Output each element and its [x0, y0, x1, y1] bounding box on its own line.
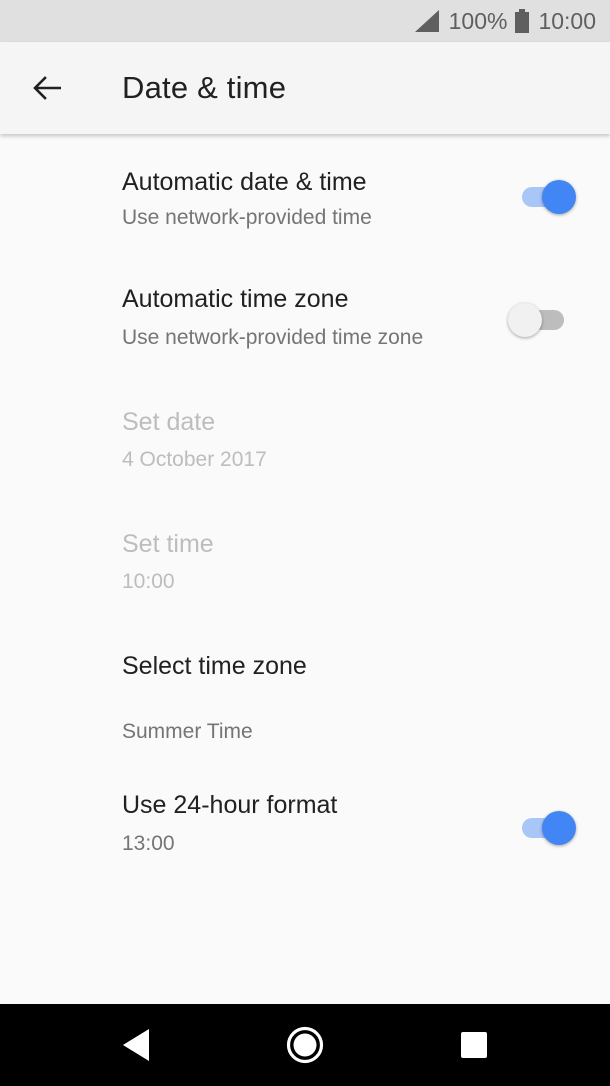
setting-title: Automatic time zone [122, 285, 349, 313]
app-bar: Date & time [0, 42, 610, 134]
nav-back-button[interactable] [112, 1021, 160, 1069]
toggle-thumb [542, 180, 576, 214]
setting-automatic-time-zone[interactable]: Automatic time zone Use network-provided… [0, 252, 610, 374]
nav-recents-button[interactable] [450, 1021, 498, 1069]
setting-title: Use 24-hour format [122, 791, 338, 819]
page-title: Date & time [122, 70, 287, 105]
automatic-date-time-toggle[interactable] [520, 179, 578, 215]
battery-icon [515, 9, 530, 33]
setting-summary: 4 October 2017 [122, 448, 267, 471]
setting-summary: Summer Time [122, 720, 253, 743]
setting-summary: Use network-provided time [122, 206, 372, 229]
setting-use-24-hour-format[interactable]: Use 24-hour format 13:00 [0, 756, 610, 876]
back-button[interactable] [23, 64, 71, 112]
setting-set-time: Set time 10:00 [0, 496, 610, 618]
setting-summary: 13:00 [122, 832, 175, 855]
setting-select-time-zone[interactable]: Select time zone Summer Time [0, 618, 610, 756]
status-time: 10:00 [538, 7, 596, 34]
setting-title: Automatic date & time [122, 168, 367, 196]
back-triangle-icon [123, 1029, 149, 1061]
signal-icon [414, 10, 439, 32]
nav-home-button[interactable] [281, 1021, 329, 1069]
setting-set-date: Set date 4 October 2017 [0, 374, 610, 496]
recents-square-icon [461, 1032, 487, 1058]
toggle-thumb [508, 303, 542, 337]
setting-title: Select time zone [122, 652, 307, 680]
setting-summary: 10:00 [122, 570, 175, 593]
setting-title: Set date [122, 408, 216, 436]
toggle-thumb [542, 811, 576, 845]
battery-percent: 100% [448, 7, 508, 34]
setting-automatic-date-time[interactable]: Automatic date & time Use network-provid… [0, 134, 610, 252]
navigation-bar [0, 1004, 610, 1086]
home-circle-icon [286, 1026, 324, 1064]
setting-title: Set time [122, 530, 214, 558]
use-24-hour-format-toggle[interactable] [520, 810, 578, 846]
arrow-back-icon [33, 76, 61, 100]
status-icons: 100% 10:00 [414, 0, 596, 42]
automatic-time-zone-toggle[interactable] [508, 302, 568, 338]
status-bar: 100% 10:00 [0, 0, 610, 42]
setting-summary: Use network-provided time zone [122, 326, 424, 349]
